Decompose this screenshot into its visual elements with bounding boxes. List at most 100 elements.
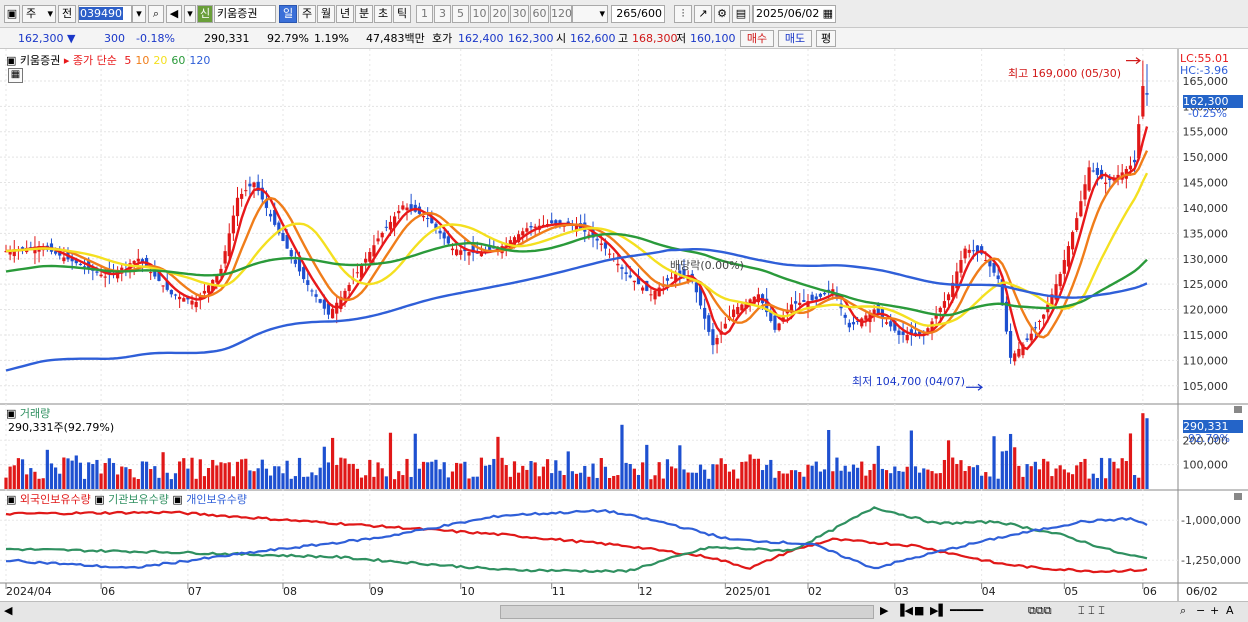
- layout-icon[interactable]: ⧉⧉⧉: [1028, 604, 1052, 618]
- candle: [1083, 174, 1087, 207]
- candle: [41, 243, 45, 257]
- candle-body: [62, 257, 66, 262]
- chevron-down-icon: ▾: [47, 7, 53, 20]
- chart-svg[interactable]: 105,000 110,000 115,000 120,000 125,000 130,0…: [0, 49, 1248, 601]
- volume-bar: [918, 472, 922, 489]
- speaker-icon[interactable]: ◀: [166, 5, 182, 23]
- settings-icon[interactable]: ⚙: [714, 5, 730, 23]
- candle: [310, 288, 314, 297]
- scroll-left-icon[interactable]: ◀: [4, 604, 12, 617]
- candle-body: [1095, 167, 1099, 175]
- candle-body: [889, 321, 893, 327]
- buy-button[interactable]: 매수: [740, 30, 774, 47]
- volume-bar: [653, 475, 657, 489]
- candle: [173, 293, 178, 300]
- volume-bar: [107, 458, 111, 489]
- candle: [1004, 296, 1009, 335]
- multiplier-tab[interactable]: 1: [416, 5, 433, 23]
- volume-bar: [1079, 462, 1083, 489]
- volume-bar: [1054, 468, 1058, 489]
- market-select[interactable]: 주 ▾: [22, 5, 56, 23]
- zoom-slider-icon[interactable]: ━━━━━: [950, 604, 983, 617]
- candle-body: [802, 300, 806, 302]
- volume-bar: [161, 452, 165, 489]
- first-page-icon[interactable]: ▐◀: [896, 604, 913, 617]
- magnifier-icon[interactable]: ⌕: [1180, 604, 1186, 618]
- prev-button[interactable]: 전: [58, 5, 76, 23]
- candle-body: [624, 272, 628, 274]
- volume-bar: [748, 454, 752, 489]
- candle: [707, 312, 711, 336]
- volume-bar: [1004, 450, 1009, 489]
- volume-bar: [310, 472, 314, 489]
- last-page-icon[interactable]: ▶▌: [930, 604, 947, 617]
- font-size-icon[interactable]: A: [1226, 604, 1234, 617]
- period-tab[interactable]: 분: [355, 5, 373, 23]
- search-icon[interactable]: ⌕: [148, 5, 164, 23]
- volume-bar: [421, 461, 426, 489]
- candle: [421, 215, 426, 222]
- stop-icon[interactable]: ■: [914, 604, 924, 617]
- volume-bar: [1075, 465, 1079, 489]
- grid-toggle-icon[interactable]: ▦: [8, 68, 23, 83]
- chart-type-icon[interactable]: ⫶: [674, 5, 692, 23]
- volume-bar: [359, 477, 364, 489]
- volume-bar: [120, 466, 124, 489]
- volume-bar: [876, 445, 880, 489]
- candle: [1075, 212, 1079, 233]
- period-tab[interactable]: 틱: [393, 5, 411, 23]
- eval-button[interactable]: 평: [816, 30, 836, 47]
- panel-close-icon: [1234, 493, 1242, 500]
- volume-bar: [781, 473, 785, 489]
- chart-area[interactable]: 105,000 110,000 115,000 120,000 125,000 130,0…: [0, 49, 1248, 601]
- candle-body: [616, 263, 620, 266]
- scrollbar-thumb[interactable]: [500, 605, 874, 619]
- volume-bar: [426, 462, 430, 489]
- candle-body: [149, 272, 153, 274]
- period-tab[interactable]: 일: [279, 5, 297, 23]
- stock-code-input[interactable]: 039490: [78, 5, 132, 23]
- multiplier-tab[interactable]: 10: [470, 5, 489, 23]
- volume-bar: [492, 458, 496, 489]
- period-tab[interactable]: 주: [298, 5, 316, 23]
- volume-bar: [599, 457, 603, 489]
- candle: [401, 201, 405, 211]
- legend-ma-periods: 5 10 20 60 120: [120, 54, 210, 67]
- volume-bar: [579, 472, 583, 489]
- speaker-dropdown-icon[interactable]: ▾: [184, 5, 196, 23]
- volume-bar: [607, 477, 612, 489]
- candle: [632, 280, 636, 291]
- drawing-icon[interactable]: ↗: [694, 5, 712, 23]
- candle-body: [533, 226, 537, 228]
- custom-period-select[interactable]: ▾: [572, 5, 608, 23]
- multiplier-tab[interactable]: 5: [452, 5, 469, 23]
- count-field[interactable]: 265/600: [611, 5, 665, 23]
- multiplier-tab[interactable]: 3: [434, 5, 451, 23]
- volume-bar: [731, 469, 736, 489]
- volume-bar: [703, 469, 707, 489]
- window-icon[interactable]: ▣: [4, 5, 20, 23]
- zoom-out-icon[interactable]: −: [1196, 604, 1205, 617]
- multiplier-tab[interactable]: 120: [550, 5, 572, 23]
- period-tab[interactable]: 월: [317, 5, 335, 23]
- zoom-in-icon[interactable]: +: [1210, 604, 1219, 617]
- multiplier-tab[interactable]: 60: [530, 5, 549, 23]
- volume-bar: [343, 458, 347, 489]
- period-tab[interactable]: 초: [374, 5, 392, 23]
- volume-bar: [583, 465, 587, 489]
- candle-body: [169, 289, 173, 295]
- cross-line-icon[interactable]: ⌶ ⌶ ⌶: [1078, 604, 1105, 618]
- holder-individual-title: 개인보유수량: [186, 493, 248, 506]
- scroll-right-icon[interactable]: ▶: [880, 604, 888, 617]
- code-dropdown-icon[interactable]: ▾: [132, 5, 146, 23]
- candle-body: [20, 247, 25, 249]
- volume-bar: [318, 467, 322, 489]
- candle-body: [814, 296, 818, 300]
- save-icon[interactable]: ▤: [732, 5, 750, 23]
- sell-button[interactable]: 매도: [778, 30, 812, 47]
- multiplier-tab[interactable]: 30: [510, 5, 529, 23]
- volume-bar: [984, 472, 988, 489]
- period-tab[interactable]: 년: [336, 5, 354, 23]
- multiplier-tab[interactable]: 20: [490, 5, 509, 23]
- date-field[interactable]: 2025/06/02 ▦: [753, 5, 836, 23]
